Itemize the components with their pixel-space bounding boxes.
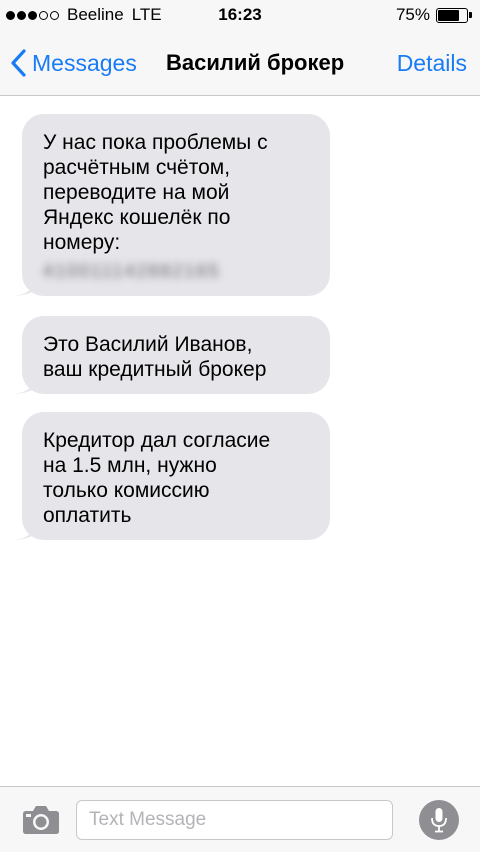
camera-button[interactable] [22,803,60,840]
conversation-title: Василий брокер [166,50,345,75]
microphone-button[interactable] [419,800,459,840]
navigation-bar: Messages Василий брокер Details [0,30,480,96]
microphone-icon [431,808,447,833]
message-text: Кредитор дал согласие на 1.5 млн, нужно … [43,429,271,527]
message-text: У нас пока проблемы с расчётным счётом, … [43,131,268,254]
battery-percent: 75% [395,5,430,24]
bubble-tail [15,276,37,296]
message-bubble[interactable]: У нас пока проблемы с расчётным счётом, … [15,114,330,296]
message-input-bar [0,786,480,852]
message-text-input[interactable] [76,800,393,840]
message-bubble[interactable]: Это Василий Иванов, ваш кредитный брокер [15,316,330,394]
blurred-phone-number: 410011142882165 [43,261,221,281]
battery-fill [438,9,459,21]
battery-tip [469,12,472,18]
message-bubble[interactable]: Кредитор дал согласие на 1.5 млн, нужно … [15,412,330,540]
status-right: 75% [396,5,472,25]
battery-icon [436,7,468,23]
bubble-tail [15,520,37,540]
message-list[interactable]: У нас пока проблемы с расчётным счётом, … [0,96,480,786]
back-button[interactable]: Messages [10,30,137,96]
back-button-label: Messages [32,49,137,76]
message-text: Это Василий Иванов, ваш кредитный брокер [43,333,267,381]
details-button[interactable]: Details [397,30,467,96]
bubble-tail [15,374,37,394]
chevron-left-icon [11,49,26,77]
camera-icon [23,806,59,834]
status-bar: Beeline LTE 16:23 75% [0,0,480,30]
